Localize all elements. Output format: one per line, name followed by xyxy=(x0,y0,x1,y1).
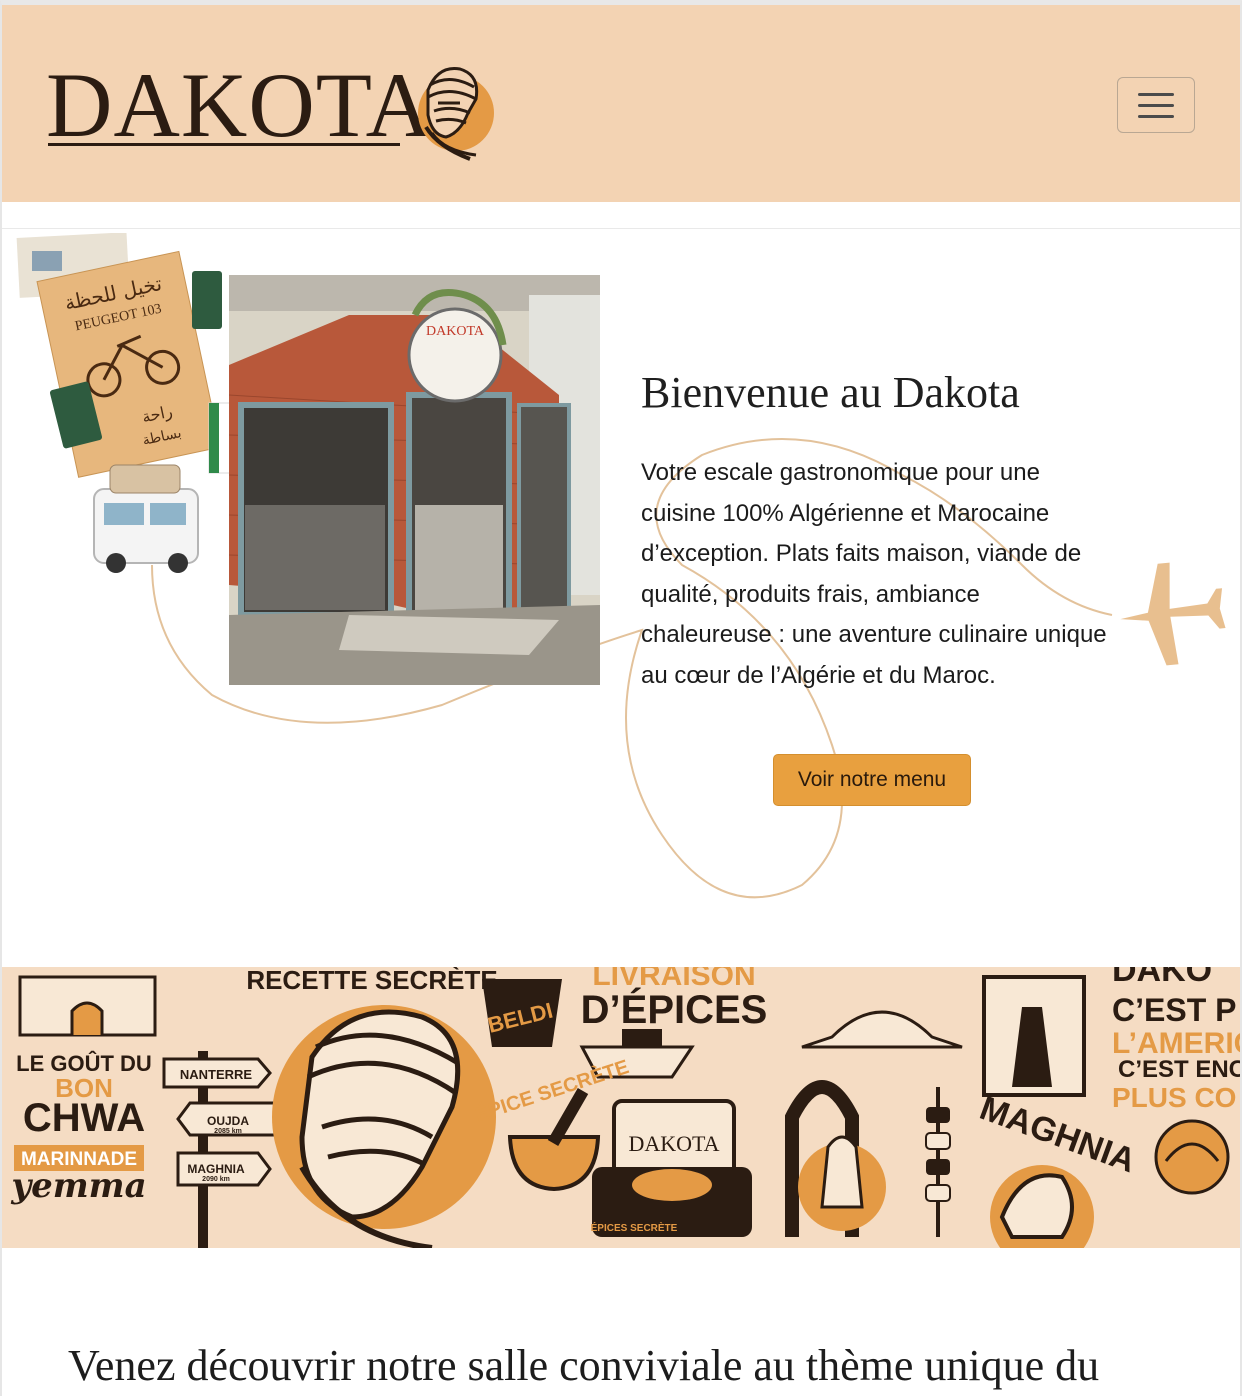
restaurant-storefront-photo: DAKOTA xyxy=(229,275,600,685)
svg-text:OUJDA: OUJDA xyxy=(207,1114,249,1128)
hamburger-icon xyxy=(1138,93,1174,96)
turban-emblem-icon xyxy=(418,66,494,161)
turban-figure-icon xyxy=(272,1005,496,1248)
travel-collage-image: تخيل للحظة PEUGEOT 103 راحة بساطة xyxy=(16,233,240,573)
svg-text:yemma: yemma xyxy=(10,1166,146,1206)
banner-illustration: LE GOÛT DU BON CHWA MARINNADE yemma NANT… xyxy=(10,967,1240,1248)
svg-text:MAGHNIA: MAGHNIA xyxy=(187,1162,245,1176)
logo-wordmark: DAKOTA xyxy=(46,54,434,156)
illustrated-banner: LE GOÛT DU BON CHWA MARINNADE yemma NANT… xyxy=(2,967,1240,1248)
svg-text:DAKOTA: DAKOTA xyxy=(628,1131,719,1156)
tent-icon xyxy=(801,1010,963,1049)
palm-monument-icon xyxy=(982,975,1086,1097)
teapot-icon xyxy=(990,1165,1094,1248)
storefront-sign-text: DAKOTA xyxy=(426,324,485,339)
view-menu-button[interactable]: Voir notre menu xyxy=(773,754,971,806)
suitcase-icon xyxy=(592,1099,752,1237)
navbar-toggle-button[interactable] xyxy=(1117,77,1195,133)
svg-text:DAKO: DAKO xyxy=(1112,967,1212,989)
logo-underline xyxy=(48,143,400,146)
skewer-icon xyxy=(925,1087,951,1237)
svg-text:C’EST P: C’EST P xyxy=(1112,992,1236,1028)
svg-text:C’EST ENC: C’EST ENC xyxy=(1118,1056,1240,1083)
fortress-icon xyxy=(18,975,157,1037)
site-header: DAKOTA xyxy=(2,5,1240,202)
section-heading: Venez découvrir notre salle conviviale a… xyxy=(68,1341,1100,1390)
hero-title: Bienvenue au Dakota xyxy=(641,368,1020,417)
svg-text:CHWA: CHWA xyxy=(23,1096,145,1140)
header-divider xyxy=(2,228,1240,229)
svg-text:ÉPICE SECRÈTE: ÉPICE SECRÈTE xyxy=(472,1055,631,1126)
moorish-arch-icon xyxy=(785,1080,886,1237)
page: DAKOTA تخيل للحظة PEUGEOT 103 راحة بساطة… xyxy=(0,0,1242,1396)
svg-text:2085 km: 2085 km xyxy=(214,1128,242,1135)
svg-text:NANTERRE: NANTERRE xyxy=(180,1067,253,1082)
svg-text:RECETTE SECRÈTE: RECETTE SECRÈTE xyxy=(246,967,497,995)
svg-text:PLUS CO: PLUS CO xyxy=(1112,1082,1236,1113)
svg-text:ÉPICES SECRÈTE: ÉPICES SECRÈTE xyxy=(591,1221,678,1234)
svg-text:2090 km: 2090 km xyxy=(202,1176,230,1183)
dakota-logo[interactable]: DAKOTA xyxy=(46,55,496,165)
airplane-icon xyxy=(1120,562,1226,666)
svg-text:D’ÉPICES: D’ÉPICES xyxy=(581,987,768,1032)
hero-description: Votre escale gastronomique pour une cuis… xyxy=(641,459,1107,689)
pastry-icon xyxy=(1154,1119,1230,1195)
